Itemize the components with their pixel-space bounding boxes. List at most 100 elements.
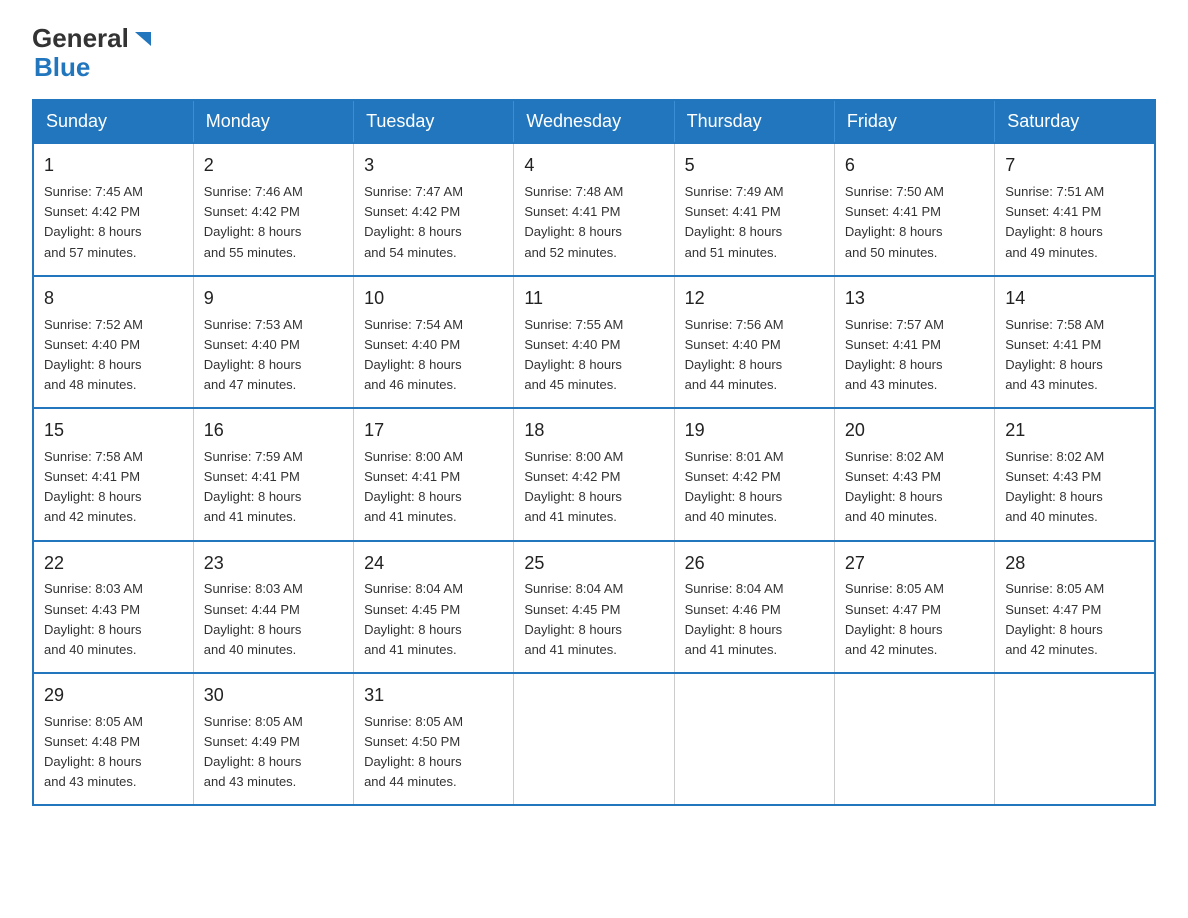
calendar-cell — [995, 673, 1155, 805]
weekday-header-tuesday: Tuesday — [354, 100, 514, 143]
day-number: 21 — [1005, 417, 1144, 445]
day-info: Sunrise: 7:46 AMSunset: 4:42 PMDaylight:… — [204, 184, 303, 259]
day-number: 4 — [524, 152, 663, 180]
calendar-week-row: 29Sunrise: 8:05 AMSunset: 4:48 PMDayligh… — [33, 673, 1155, 805]
day-number: 13 — [845, 285, 984, 313]
calendar-cell: 10 Sunrise: 7:54 AMSunset: 4:40 PMDayligh… — [354, 276, 514, 408]
day-info: Sunrise: 7:54 AMSunset: 4:40 PMDaylight:… — [364, 317, 463, 392]
day-info: Sunrise: 7:58 AMSunset: 4:41 PMDaylight:… — [1005, 317, 1104, 392]
calendar-cell: 20Sunrise: 8:02 AMSunset: 4:43 PMDayligh… — [834, 408, 994, 540]
calendar-cell: 18Sunrise: 8:00 AMSunset: 4:42 PMDayligh… — [514, 408, 674, 540]
day-number: 24 — [364, 550, 503, 578]
calendar-cell: 1 Sunrise: 7:45 AMSunset: 4:42 PMDaylight… — [33, 143, 193, 275]
day-number: 25 — [524, 550, 663, 578]
calendar-table: SundayMondayTuesdayWednesdayThursdayFrid… — [32, 99, 1156, 806]
calendar-cell: 23 Sunrise: 8:03 AMSunset: 4:44 PMDayligh… — [193, 541, 353, 673]
calendar-cell: 27 Sunrise: 8:05 AMSunset: 4:47 PMDayligh… — [834, 541, 994, 673]
logo-container: General Blue — [32, 24, 153, 81]
day-info: Sunrise: 7:59 AMSunset: 4:41 PMDaylight:… — [204, 449, 303, 524]
calendar-cell: 19Sunrise: 8:01 AMSunset: 4:42 PMDayligh… — [674, 408, 834, 540]
day-info: Sunrise: 8:03 AMSunset: 4:43 PMDaylight:… — [44, 581, 143, 656]
calendar-week-row: 15 Sunrise: 7:58 AMSunset: 4:41 PMDayligh… — [33, 408, 1155, 540]
day-number: 14 — [1005, 285, 1144, 313]
day-info: Sunrise: 7:56 AMSunset: 4:40 PMDaylight:… — [685, 317, 784, 392]
calendar-cell: 11 Sunrise: 7:55 AMSunset: 4:40 PMDayligh… — [514, 276, 674, 408]
day-number: 9 — [204, 285, 343, 313]
calendar-cell: 31 Sunrise: 8:05 AMSunset: 4:50 PMDayligh… — [354, 673, 514, 805]
day-number: 11 — [524, 285, 663, 313]
day-number: 26 — [685, 550, 824, 578]
day-number: 19 — [685, 417, 824, 445]
calendar-cell: 2 Sunrise: 7:46 AMSunset: 4:42 PMDaylight… — [193, 143, 353, 275]
day-info: Sunrise: 7:51 AMSunset: 4:41 PMDaylight:… — [1005, 184, 1104, 259]
calendar-cell: 8 Sunrise: 7:52 AMSunset: 4:40 PMDaylight… — [33, 276, 193, 408]
calendar-cell: 16 Sunrise: 7:59 AMSunset: 4:41 PMDayligh… — [193, 408, 353, 540]
calendar-week-row: 1 Sunrise: 7:45 AMSunset: 4:42 PMDaylight… — [33, 143, 1155, 275]
calendar-cell: 5Sunrise: 7:49 AMSunset: 4:41 PMDaylight… — [674, 143, 834, 275]
logo-blue-text: Blue — [34, 53, 90, 82]
calendar-cell: 15 Sunrise: 7:58 AMSunset: 4:41 PMDayligh… — [33, 408, 193, 540]
logo: General Blue — [32, 24, 153, 81]
logo-general-text: General — [32, 24, 129, 53]
weekday-header-sunday: Sunday — [33, 100, 193, 143]
day-number: 22 — [44, 550, 183, 578]
day-number: 6 — [845, 152, 984, 180]
weekday-header-friday: Friday — [834, 100, 994, 143]
day-info: Sunrise: 7:58 AMSunset: 4:41 PMDaylight:… — [44, 449, 143, 524]
day-number: 30 — [204, 682, 343, 710]
weekday-header-monday: Monday — [193, 100, 353, 143]
day-info: Sunrise: 8:05 AMSunset: 4:47 PMDaylight:… — [845, 581, 944, 656]
header: General Blue — [32, 24, 1156, 81]
day-number: 18 — [524, 417, 663, 445]
page: General Blue SundayMondayTuesdayWednesda… — [0, 0, 1188, 838]
calendar-cell: 9Sunrise: 7:53 AMSunset: 4:40 PMDaylight… — [193, 276, 353, 408]
day-info: Sunrise: 7:49 AMSunset: 4:41 PMDaylight:… — [685, 184, 784, 259]
day-info: Sunrise: 8:05 AMSunset: 4:47 PMDaylight:… — [1005, 581, 1104, 656]
day-number: 12 — [685, 285, 824, 313]
day-info: Sunrise: 8:04 AMSunset: 4:45 PMDaylight:… — [364, 581, 463, 656]
day-number: 23 — [204, 550, 343, 578]
weekday-header-wednesday: Wednesday — [514, 100, 674, 143]
day-info: Sunrise: 8:04 AMSunset: 4:45 PMDaylight:… — [524, 581, 623, 656]
day-info: Sunrise: 7:52 AMSunset: 4:40 PMDaylight:… — [44, 317, 143, 392]
calendar-cell: 13 Sunrise: 7:57 AMSunset: 4:41 PMDayligh… — [834, 276, 994, 408]
day-number: 16 — [204, 417, 343, 445]
calendar-cell: 21 Sunrise: 8:02 AMSunset: 4:43 PMDayligh… — [995, 408, 1155, 540]
day-info: Sunrise: 8:00 AMSunset: 4:41 PMDaylight:… — [364, 449, 463, 524]
day-number: 15 — [44, 417, 183, 445]
calendar-cell: 12 Sunrise: 7:56 AMSunset: 4:40 PMDayligh… — [674, 276, 834, 408]
day-number: 10 — [364, 285, 503, 313]
calendar-cell: 25 Sunrise: 8:04 AMSunset: 4:45 PMDayligh… — [514, 541, 674, 673]
day-number: 17 — [364, 417, 503, 445]
day-info: Sunrise: 8:04 AMSunset: 4:46 PMDaylight:… — [685, 581, 784, 656]
day-number: 20 — [845, 417, 984, 445]
day-number: 27 — [845, 550, 984, 578]
day-number: 2 — [204, 152, 343, 180]
day-number: 7 — [1005, 152, 1144, 180]
day-info: Sunrise: 7:55 AMSunset: 4:40 PMDaylight:… — [524, 317, 623, 392]
calendar-cell: 4Sunrise: 7:48 AMSunset: 4:41 PMDaylight… — [514, 143, 674, 275]
day-info: Sunrise: 7:45 AMSunset: 4:42 PMDaylight:… — [44, 184, 143, 259]
weekday-header-thursday: Thursday — [674, 100, 834, 143]
calendar-cell: 26 Sunrise: 8:04 AMSunset: 4:46 PMDayligh… — [674, 541, 834, 673]
calendar-cell: 6Sunrise: 7:50 AMSunset: 4:41 PMDaylight… — [834, 143, 994, 275]
weekday-header-saturday: Saturday — [995, 100, 1155, 143]
day-info: Sunrise: 7:47 AMSunset: 4:42 PMDaylight:… — [364, 184, 463, 259]
day-info: Sunrise: 8:03 AMSunset: 4:44 PMDaylight:… — [204, 581, 303, 656]
calendar-cell: 24 Sunrise: 8:04 AMSunset: 4:45 PMDayligh… — [354, 541, 514, 673]
calendar-cell: 14 Sunrise: 7:58 AMSunset: 4:41 PMDayligh… — [995, 276, 1155, 408]
calendar-week-row: 22 Sunrise: 8:03 AMSunset: 4:43 PMDayligh… — [33, 541, 1155, 673]
day-number: 31 — [364, 682, 503, 710]
day-number: 8 — [44, 285, 183, 313]
day-number: 1 — [44, 152, 183, 180]
day-number: 28 — [1005, 550, 1144, 578]
day-info: Sunrise: 7:57 AMSunset: 4:41 PMDaylight:… — [845, 317, 944, 392]
day-info: Sunrise: 8:02 AMSunset: 4:43 PMDaylight:… — [1005, 449, 1104, 524]
calendar-cell — [834, 673, 994, 805]
day-info: Sunrise: 8:05 AMSunset: 4:50 PMDaylight:… — [364, 714, 463, 789]
calendar-cell: 29Sunrise: 8:05 AMSunset: 4:48 PMDayligh… — [33, 673, 193, 805]
calendar-cell: 22 Sunrise: 8:03 AMSunset: 4:43 PMDayligh… — [33, 541, 193, 673]
day-info: Sunrise: 8:05 AMSunset: 4:49 PMDaylight:… — [204, 714, 303, 789]
calendar-week-row: 8 Sunrise: 7:52 AMSunset: 4:40 PMDaylight… — [33, 276, 1155, 408]
day-number: 29 — [44, 682, 183, 710]
